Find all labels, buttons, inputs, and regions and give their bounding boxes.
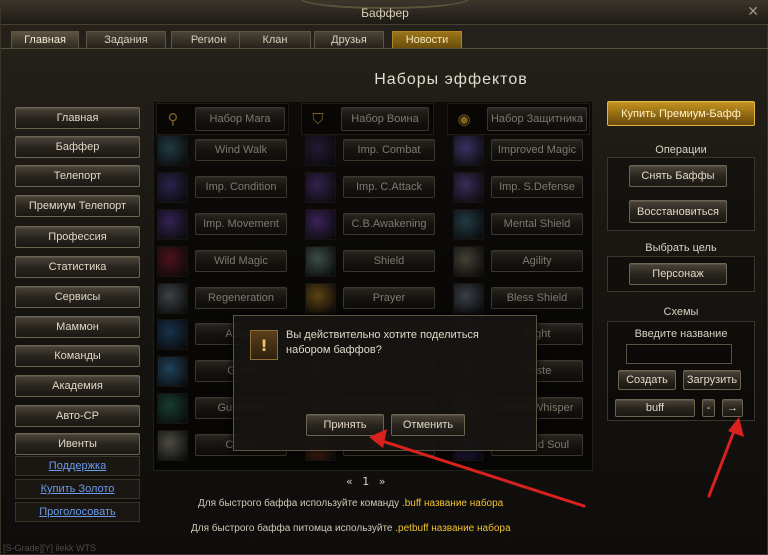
scheme-name-input[interactable] [626,344,732,364]
apply-scheme-button[interactable]: → [722,399,743,417]
tab-friends[interactable]: Друзья [314,31,384,48]
tab-divider [1,48,768,49]
tab-news[interactable]: Новости [392,31,462,48]
nav-buffer-button[interactable]: Баффер [15,136,140,158]
nav-teleport-button[interactable]: Телепорт [15,165,140,187]
nav-statistics-button[interactable]: Статистика [15,256,140,278]
buff-command: .buff название набора [401,498,504,509]
nav-mammon-button[interactable]: Маммон [15,316,140,338]
page-title: Наборы эффектов [374,71,528,88]
title-bar[interactable]: Баффер ✕ [1,0,768,25]
window-title: Баффер [361,6,409,20]
nav-buy-gold-link[interactable]: Купить Золото [15,479,140,499]
next-page-icon[interactable]: » [379,475,386,488]
remove-buffs-button[interactable]: Снять Баффы [629,165,727,187]
delete-scheme-button[interactable]: - [702,399,715,417]
restore-button[interactable]: Восстановиться [629,200,727,223]
warning-icon: ! [250,330,278,360]
nav-services-button[interactable]: Сервисы [15,286,140,308]
petbuff-command: .petbuff название набора [395,523,511,534]
nav-profession-button[interactable]: Профессия [15,226,140,248]
buy-premium-buff-button[interactable]: Купить Премиум-Бафф [607,101,755,126]
schemes-label: Схемы [663,306,699,318]
prev-page-icon[interactable]: « [346,475,353,488]
buff-command-hint: Для быстрого баффа используйте команду .… [198,498,503,509]
nav-academy-button[interactable]: Академия [15,375,140,397]
pager: « 1 » [346,475,385,488]
tab-clan[interactable]: Клан [239,31,311,48]
hint-text: Для быстрого баффа используйте команду [198,498,402,509]
background-chat-text: [S-Grade][Y] ilekk WTS [3,543,97,553]
hint-text: Для быстрого баффа питомца используйте [191,523,396,534]
character-target-button[interactable]: Персонаж [629,263,727,285]
petbuff-command-hint: Для быстрого баффа питомца используйте .… [191,523,511,534]
operations-label: Операции [655,144,707,156]
nav-commands-button[interactable]: Команды [15,345,140,367]
tab-region[interactable]: Регион [171,31,246,48]
create-scheme-button[interactable]: Создать [618,370,676,390]
nav-main-button[interactable]: Главная [15,107,140,129]
share-confirm-dialog: ! Вы действительно хотите поделиться наб… [233,315,537,451]
load-scheme-button[interactable]: Загрузить [683,370,741,390]
dialog-message: Вы действительно хотите поделиться набор… [286,329,479,356]
close-icon[interactable]: ✕ [747,4,759,20]
cancel-button[interactable]: Отменить [391,414,465,436]
nav-premium-teleport-button[interactable]: Премиум Телепорт [15,195,140,217]
red-arrow-to-apply [707,424,738,498]
tab-quests[interactable]: Задания [86,31,166,48]
select-target-label: Выбрать цель [645,242,717,254]
tab-main[interactable]: Главная [11,31,79,48]
buffer-window: Баффер ✕ Главная Задания Регион Клан Дру… [0,0,768,555]
enter-name-label: Введите название [634,328,728,340]
nav-events-button[interactable]: Ивенты [15,433,140,455]
scheme-buff-button[interactable]: buff [615,399,695,417]
nav-support-link[interactable]: Поддержка [15,456,140,476]
page-number: 1 [362,475,370,488]
nav-auto-cp-button[interactable]: Авто-CP [15,405,140,427]
accept-button[interactable]: Принять [306,414,384,436]
nav-vote-link[interactable]: Проголосовать [15,502,140,522]
